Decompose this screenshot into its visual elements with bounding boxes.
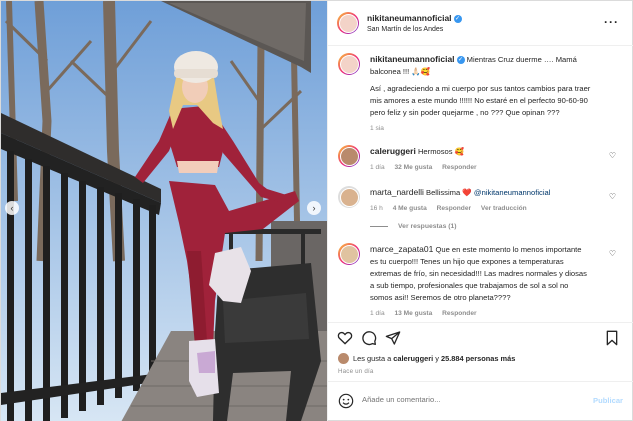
caption-line-3: Así , agradeciendo a mi cuerpo por sus t…	[370, 84, 591, 93]
comment-meta: 1 día 13 Me gusta Responder	[370, 308, 618, 320]
comment-likes[interactable]: 13 Me gusta	[395, 310, 433, 317]
instagram-post: ‹ › nikitaneumannoficial ✓ San Martín de …	[0, 0, 633, 421]
caption: nikitaneumannoficial ✓ Mientras Cruz duer…	[338, 53, 618, 133]
comments-list: nikitaneumannoficial ✓ Mientras Cruz duer…	[328, 47, 633, 322]
caption-line-1: Mientras Cruz duerme …. Mamá	[466, 55, 577, 64]
caption-line-4: mis amores a este mundo !!!!!! No estaré…	[370, 96, 588, 105]
author-username[interactable]: nikitaneumannoficial	[367, 13, 452, 23]
heart-icon[interactable]	[337, 330, 353, 346]
comment-body: marta_nardelli Bellissima ❤️ @nikitaneum…	[370, 186, 618, 215]
comment-mention[interactable]: @nikitaneumannoficial	[474, 188, 551, 197]
comment-body: marce_zapata01 Que en este momento lo me…	[370, 243, 618, 320]
replies-divider	[370, 225, 388, 227]
post-header: nikitaneumannoficial ✓ San Martín de los …	[328, 1, 633, 46]
comment-like-heart-icon[interactable]: ♡	[609, 151, 616, 160]
translate-button[interactable]: Ver traducción	[481, 205, 527, 212]
view-replies-button[interactable]: Ver respuestas (1)	[370, 223, 457, 230]
more-options-icon[interactable]: ···	[604, 15, 619, 29]
comment-text: Hermosos 🥰	[417, 147, 465, 156]
add-comment-bar: Publicar	[328, 381, 633, 421]
likes-count[interactable]: 25.884 personas más	[441, 354, 515, 363]
verified-badge-icon: ✓	[456, 56, 465, 64]
caption-meta: 1 sia	[370, 123, 618, 135]
comment-avatar[interactable]	[338, 243, 360, 265]
post-location[interactable]: San Martín de los Andes	[367, 26, 462, 33]
caption-line-5: pero feliz y sin poder quejarme , no ???…	[370, 108, 560, 117]
post-sidebar: nikitaneumannoficial ✓ San Martín de los …	[327, 1, 633, 421]
comment-username[interactable]: caleruggeri	[370, 146, 416, 156]
reply-button[interactable]: Responder	[442, 164, 476, 171]
verified-badge-icon: ✓	[453, 14, 462, 23]
comment-body: caleruggeri Hermosos 🥰 1 día 32 Me gusta…	[370, 145, 618, 174]
comment-username[interactable]: marce_zapata01	[370, 244, 433, 254]
comment-meta: 1 día 32 Me gusta Responder	[370, 162, 618, 174]
post-timestamp: Hace un día	[338, 368, 374, 375]
publish-button[interactable]: Publicar	[593, 396, 623, 405]
likes-prefix: Les gusta a	[353, 354, 392, 363]
comment-time: 16 h	[370, 205, 383, 212]
comment: marta_nardelli Bellissima ❤️ @nikitaneum…	[338, 186, 618, 246]
likes-user[interactable]: caleruggeri	[393, 354, 433, 363]
liker-avatar	[338, 353, 349, 364]
photo-illustration	[1, 1, 327, 421]
comment-avatar[interactable]	[338, 145, 360, 167]
author-avatar[interactable]	[337, 12, 359, 34]
comment-time: 1 día	[370, 164, 385, 171]
comment-text: Bellissima	[426, 188, 461, 197]
likes-middle: y	[435, 354, 439, 363]
comment-line-5: somos asi!! Seremos de otro planeta????	[370, 293, 511, 302]
comment-line-3: extremas de frío, sin necesidad!!! Las m…	[370, 269, 587, 278]
reply-button[interactable]: Responder	[442, 310, 476, 317]
caption-line-2: balconea !!! 🙏🏻🥰	[370, 67, 431, 76]
caption-time: 1 sia	[370, 125, 384, 132]
bookmark-icon[interactable]	[604, 330, 620, 346]
emoji-icon[interactable]	[338, 393, 354, 409]
comment-avatar[interactable]	[338, 186, 360, 208]
comment-time: 1 día	[370, 310, 385, 317]
add-comment-input[interactable]	[362, 395, 562, 404]
next-photo-button[interactable]: ›	[307, 201, 321, 215]
red-heart-emoji: ❤️	[462, 188, 472, 197]
reply-button[interactable]: Responder	[437, 205, 471, 212]
comment-icon[interactable]	[361, 330, 377, 346]
comment-like-heart-icon[interactable]: ♡	[609, 192, 616, 201]
caption-text: nikitaneumannoficial ✓ Mientras Cruz duer…	[370, 53, 618, 135]
comment-like-heart-icon[interactable]: ♡	[609, 249, 616, 258]
comment-line-4: a sub tiempo, profesionales que trabajam…	[370, 281, 569, 290]
comment: caleruggeri Hermosos 🥰 1 día 32 Me gusta…	[338, 145, 618, 175]
share-icon[interactable]	[385, 330, 401, 346]
author-block: nikitaneumannoficial ✓ San Martín de los …	[367, 13, 462, 33]
caption-username[interactable]: nikitaneumannoficial	[370, 54, 455, 64]
comment-line-2: es tu cuerpo!!! Tenes un hijo que expone…	[370, 257, 564, 266]
comment-likes[interactable]: 32 Me gusta	[395, 164, 433, 171]
caption-avatar[interactable]	[338, 53, 360, 75]
post-photo[interactable]: ‹ ›	[1, 1, 327, 421]
comment-username[interactable]: marta_nardelli	[370, 187, 424, 197]
comment-likes[interactable]: 4 Me gusta	[393, 205, 427, 212]
comment-meta: 16 h 4 Me gusta Responder Ver traducción	[370, 203, 618, 215]
previous-photo-button[interactable]: ‹	[5, 201, 19, 215]
view-replies-label: Ver respuestas (1)	[398, 223, 457, 230]
comment: marce_zapata01 Que en este momento lo me…	[338, 243, 618, 322]
comment-line-1: Que en este momento lo menos importante	[435, 245, 582, 254]
likes-summary[interactable]: Les gusta a caleruggeri y 25.884 persona…	[338, 353, 515, 364]
